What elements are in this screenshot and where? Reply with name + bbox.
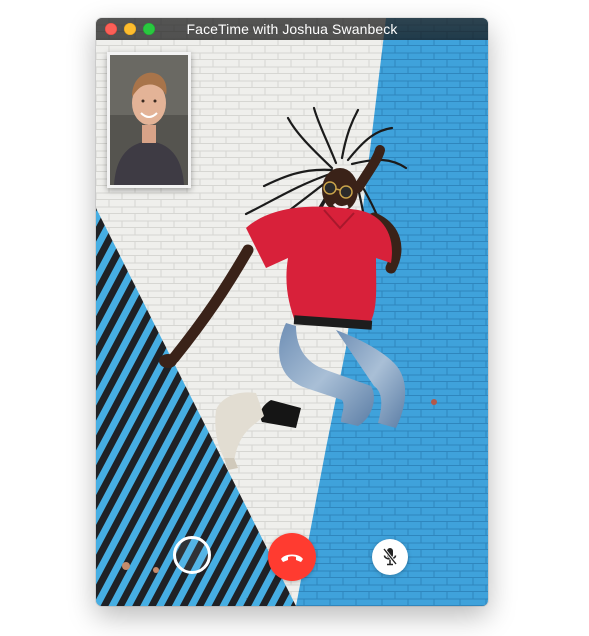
self-view-video xyxy=(110,55,188,185)
self-view[interactable] xyxy=(107,52,191,188)
microphone-mute-icon xyxy=(382,548,398,566)
title-bar: FaceTime with Joshua Swanbeck xyxy=(96,18,488,40)
facetime-window: FaceTime with Joshua Swanbeck xyxy=(96,18,488,606)
end-call-icon xyxy=(281,554,303,562)
end-call-button[interactable] xyxy=(268,533,316,581)
record-button[interactable] xyxy=(173,536,211,574)
window-title: FaceTime with Joshua Swanbeck xyxy=(186,21,398,37)
mute-button[interactable] xyxy=(372,539,408,575)
record-icon xyxy=(179,542,205,568)
